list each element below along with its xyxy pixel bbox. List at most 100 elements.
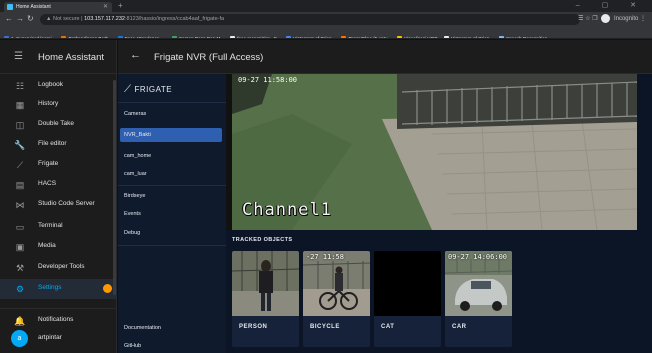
- bell-icon: 🔔: [14, 316, 26, 326]
- sidebar-item-media[interactable]: ▣ Media: [0, 237, 117, 257]
- tracked-object-card[interactable]: CAT: [374, 251, 441, 347]
- bookmark-item[interactable]: Face Attendance -...: [117, 33, 166, 38]
- incognito-icon: [601, 14, 611, 23]
- nav-debug[interactable]: Debug: [120, 226, 222, 240]
- thumbnail-timestamp: -27 11:58: [306, 253, 344, 261]
- bookmark-item[interactable]: TensorFlow (5 untu...: [341, 33, 392, 39]
- sidebar-item-label: Logbook: [38, 81, 63, 88]
- page-title: Frigate NVR (Full Access): [154, 52, 264, 63]
- bookmark-favicon-icon: [171, 36, 177, 38]
- hacs-icon: ▤: [15, 180, 25, 190]
- thumbnail-timestamp: 09-27 14:06:00: [448, 253, 508, 261]
- frigate-logo-text: FRIGATE: [134, 85, 173, 94]
- forward-arrow-icon[interactable]: →: [16, 14, 24, 23]
- more-menu-icon[interactable]: ⋮: [640, 16, 646, 22]
- sidebar-item-terminal[interactable]: ▭ Terminal: [0, 217, 117, 237]
- bookmark-item[interactable]: Visualisasi HOG: [397, 33, 438, 39]
- sidebar-item-label: Media: [38, 242, 56, 249]
- sidebar-item-double-take[interactable]: ◫ Double Take: [0, 115, 117, 135]
- incognito-label[interactable]: Incognito: [614, 16, 638, 22]
- nav-github[interactable]: GitHub: [120, 339, 222, 353]
- object-thumbnail: [374, 251, 441, 316]
- nav-camera-cam-home[interactable]: cam_home: [120, 149, 222, 163]
- media-icon: ▣: [15, 242, 25, 252]
- sidebar-item-notifications[interactable]: 🔔 Notifications: [0, 311, 117, 331]
- object-label: CAT: [381, 324, 395, 330]
- frigate-icon: ⟋: [16, 160, 24, 170]
- warning-icon: ▲: [46, 16, 53, 22]
- frigate-logo-icon: ⟋: [124, 84, 132, 95]
- bookmark-item[interactable]: Perbandingan Berb...: [61, 33, 112, 38]
- nav-camera-cam-luar[interactable]: cam_luar: [120, 167, 222, 181]
- sidebar-item-hacs[interactable]: ▤ HACS: [0, 175, 117, 195]
- sidebar-item-file-editor[interactable]: 🔧 File editor: [0, 135, 117, 155]
- bookmark-favicon-icon: [499, 36, 505, 38]
- bookmark-favicon-icon: [443, 36, 449, 38]
- bookmark-item[interactable]: Histogram of Orien...: [443, 33, 493, 38]
- bookmark-item[interactable]: Histogram of Orien...: [286, 33, 335, 38]
- browser-actions: ☰ ☆ ❐ Incognito ⋮: [578, 14, 646, 23]
- history-icon: ▦: [15, 100, 25, 110]
- bookmark-favicon-icon: [230, 36, 236, 38]
- main-scrollbar[interactable]: [637, 74, 652, 353]
- user-name: artpintar: [38, 334, 62, 341]
- bookmark-item[interactable]: Speech Recognition...: [499, 33, 551, 38]
- nav-divider: [118, 185, 226, 186]
- bookmark-item[interactable]: face-recognition - F...: [230, 33, 280, 38]
- sidebar-item-user[interactable]: artpintar: [0, 329, 117, 349]
- sidebar-divider: [0, 308, 117, 309]
- browser-tab[interactable]: Home Assistant ✕: [4, 2, 112, 12]
- sidebar-item-label: Notifications: [38, 316, 74, 323]
- object-label: PERSON: [239, 324, 268, 330]
- tab-title: Home Assistant: [16, 4, 51, 10]
- close-tab-icon[interactable]: ✕: [103, 2, 108, 12]
- url-path: :8123/hassio/ingress/ccab4aaf_frigate-fa: [124, 16, 225, 22]
- reload-icon[interactable]: ↻: [27, 14, 34, 23]
- tracked-object-card[interactable]: 09-27 14:06:00 CAR: [445, 251, 512, 347]
- bookmark-item[interactable]: 1. Supervised learni...: [4, 33, 55, 38]
- sidebar-item-label: Studio Code Server: [38, 200, 95, 207]
- developer-tools-icon: ⚒: [15, 263, 25, 273]
- nav-cameras[interactable]: Cameras: [120, 107, 222, 121]
- notification-badge: [103, 284, 112, 293]
- menu-icon[interactable]: ☰: [14, 51, 23, 62]
- bookmark-label: Visualisasi HOG: [404, 36, 438, 39]
- sidebar-item-label: History: [38, 100, 59, 107]
- bookmark-favicon-icon: [61, 36, 67, 38]
- sidebar-item-logbook[interactable]: ☷ Logbook: [0, 76, 117, 96]
- sidebar-item-developer-tools[interactable]: ⚒ Developer Tools: [0, 258, 117, 278]
- window-controls[interactable]: – ▢ ✕: [576, 1, 646, 9]
- bookmark-label: TensorFlow (5 untu...: [348, 36, 392, 39]
- bookmarks-bar: 1. Supervised learni... Perbandingan Berb…: [0, 27, 652, 39]
- sidebar-item-studio-code-server[interactable]: ⋈ Studio Code Server: [0, 195, 117, 215]
- back-icon[interactable]: ←: [130, 49, 141, 61]
- sidebar-item-label: Settings: [38, 284, 62, 291]
- tracked-object-card[interactable]: -27 11:58 BICYCLE: [303, 251, 370, 347]
- tracked-object-card[interactable]: PERSON: [232, 251, 299, 347]
- frigate-logo[interactable]: ⟋ FRIGATE: [124, 84, 172, 95]
- browser-action-icons[interactable]: ☰ ☆ ❐: [578, 16, 597, 22]
- object-thumbnail: 09-27 14:06:00: [445, 251, 512, 316]
- new-tab-button[interactable]: +: [118, 1, 123, 10]
- sidebar-item-settings[interactable]: ⚙ Settings: [0, 279, 117, 299]
- file-editor-icon: 🔧: [14, 140, 26, 150]
- sidebar-title: Home Assistant: [38, 52, 104, 63]
- sidebar-item-frigate[interactable]: ⟋ Frigate: [0, 155, 117, 175]
- bookmark-favicon-icon: [117, 36, 123, 38]
- sidebar-item-label: Terminal: [38, 222, 63, 229]
- sidebar-item-history[interactable]: ▦ History: [0, 95, 117, 115]
- bookmark-favicon-icon: [397, 36, 403, 38]
- url-field[interactable]: ▲ Not secure | 103.157.117.232:8123/hass…: [40, 14, 580, 25]
- nav-camera-nvr-bakti[interactable]: NVR_Bakti: [120, 128, 222, 142]
- nav-birdseye[interactable]: Birdseye: [120, 189, 222, 203]
- nav-documentation[interactable]: Documentation: [120, 321, 222, 335]
- sidebar-scrollbar[interactable]: [113, 80, 116, 295]
- bookmark-favicon-icon: [341, 36, 347, 38]
- nav-events[interactable]: Events: [120, 207, 222, 221]
- back-arrow-icon[interactable]: ←: [5, 14, 13, 23]
- url-host: 103.157.117.232: [84, 16, 125, 22]
- bookmark-item[interactable]: Saman Desa Dan M...: [171, 33, 224, 38]
- screenshot-root: Home Assistant ✕ + – ▢ ✕ ← → ↻ ▲ Not sec…: [0, 0, 652, 353]
- sidebar-item-label: Double Take: [38, 120, 75, 127]
- sidebar-item-label: Frigate: [38, 160, 59, 167]
